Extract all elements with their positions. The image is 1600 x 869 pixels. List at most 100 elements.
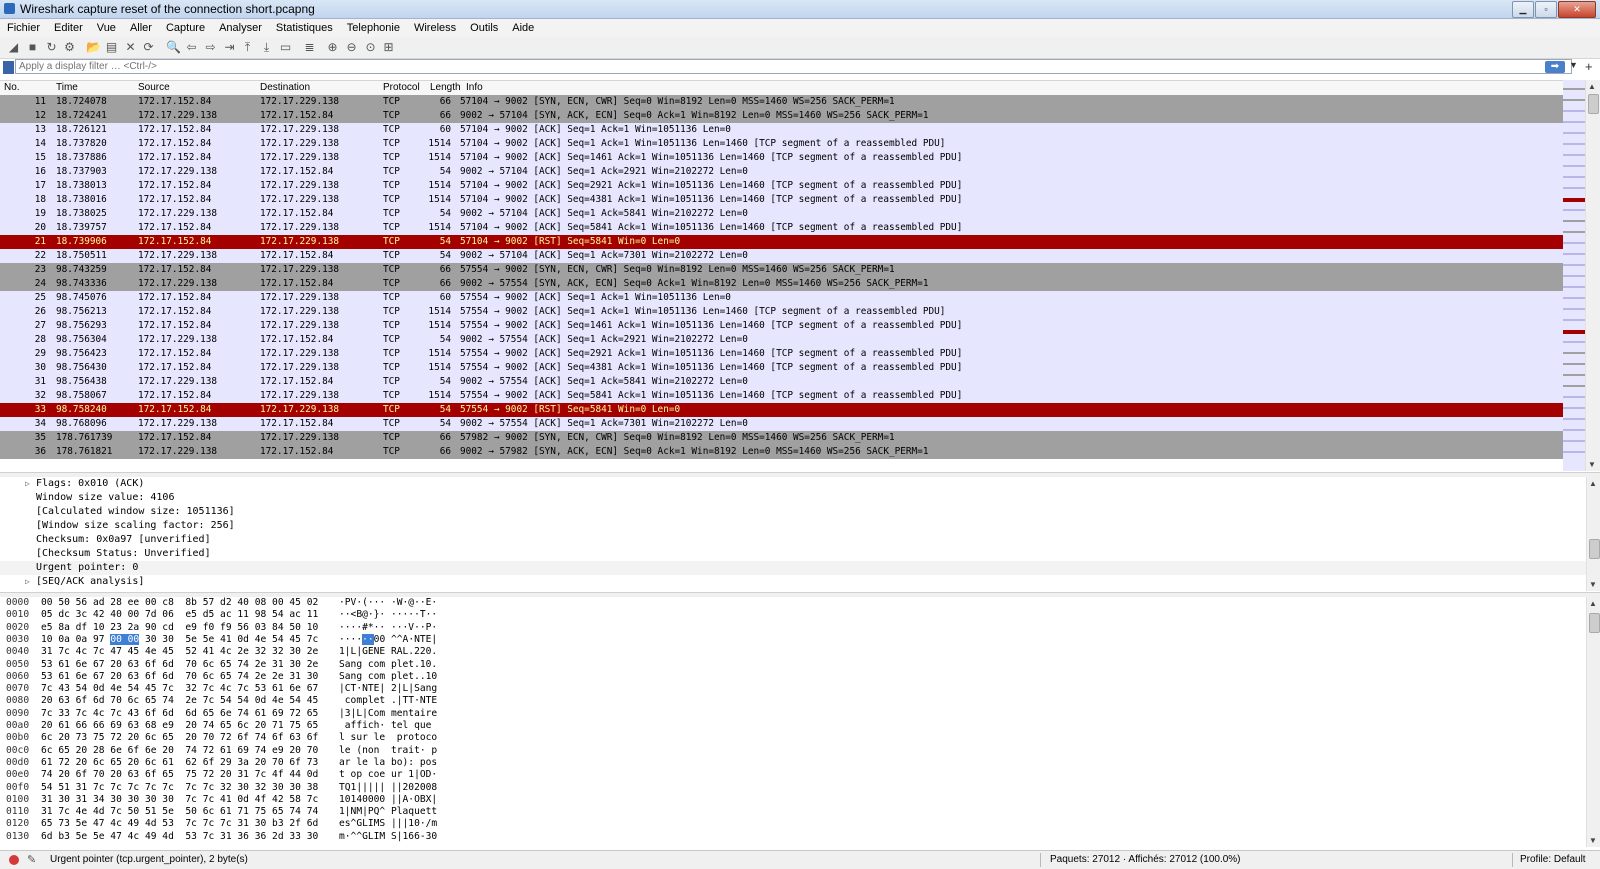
packet-row[interactable]: 13 18.726121 172.17.152.84 172.17.229.138 TC… bbox=[0, 123, 1563, 137]
packet-row[interactable]: 20 18.739757 172.17.152.84 172.17.229.138 TC… bbox=[0, 221, 1563, 235]
status-profile[interactable]: Profile: Default bbox=[1520, 854, 1586, 865]
packet-row[interactable]: 17 18.738013 172.17.152.84 172.17.229.138 TC… bbox=[0, 179, 1563, 193]
menu-telephonie[interactable]: Telephonie bbox=[340, 19, 407, 37]
column-header-protocol[interactable]: Protocol bbox=[383, 82, 420, 94]
find-icon[interactable]: 🔍 bbox=[166, 40, 181, 55]
menu-vue[interactable]: Vue bbox=[90, 19, 123, 37]
packet-row[interactable]: 12 18.724241 172.17.229.138 172.17.152.84 TC… bbox=[0, 109, 1563, 123]
packet-row[interactable]: 19 18.738025 172.17.229.138 172.17.152.84 TC… bbox=[0, 207, 1563, 221]
shark-fin-start-icon[interactable]: ◢ bbox=[6, 40, 21, 55]
zoom-out-icon[interactable]: ⊖ bbox=[344, 40, 359, 55]
packet-row[interactable]: 14 18.737820 172.17.152.84 172.17.229.138 TC… bbox=[0, 137, 1563, 151]
resize-columns-icon[interactable]: ⊞ bbox=[381, 40, 396, 55]
scroll-down-arrow-icon[interactable]: ▼ bbox=[1588, 460, 1596, 469]
apply-filter-arrow-icon[interactable]: ➡ bbox=[1545, 61, 1565, 73]
scrollbar-thumb[interactable] bbox=[1588, 94, 1599, 114]
menu-aide[interactable]: Aide bbox=[505, 19, 541, 37]
packet-row[interactable]: 22 18.750511 172.17.229.138 172.17.152.84 TC… bbox=[0, 249, 1563, 263]
options-gear-icon[interactable]: ⚙ bbox=[62, 40, 77, 55]
detail-tree-item[interactable]: [Calculated window size: 1051136] bbox=[0, 505, 1586, 519]
menu-editer[interactable]: Editer bbox=[47, 19, 90, 37]
close-file-icon[interactable]: ✕ bbox=[123, 40, 138, 55]
last-packet-icon[interactable]: ⤓ bbox=[259, 40, 274, 55]
detail-tree-item[interactable]: [Window size scaling factor: 256] bbox=[0, 519, 1586, 533]
zoom-in-icon[interactable]: ⊕ bbox=[325, 40, 340, 55]
packet-row[interactable]: 11 18.724078 172.17.152.84 172.17.229.138 TC… bbox=[0, 95, 1563, 109]
column-header-no[interactable]: No. bbox=[4, 82, 20, 94]
packet-list-minimap[interactable] bbox=[1563, 80, 1585, 471]
column-header-length[interactable]: Length bbox=[430, 82, 461, 94]
packet-row[interactable]: 16 18.737903 172.17.229.138 172.17.152.84 TC… bbox=[0, 165, 1563, 179]
column-header-time[interactable]: Time bbox=[56, 82, 78, 94]
details-scrollbar[interactable]: ▲ ▼ bbox=[1586, 477, 1600, 591]
filter-history-chevron-down-icon[interactable]: ▼ bbox=[1569, 60, 1578, 70]
column-header-source[interactable]: Source bbox=[138, 82, 170, 94]
scrollbar-thumb[interactable] bbox=[1589, 539, 1600, 559]
scrollbar-thumb[interactable] bbox=[1589, 613, 1600, 633]
detail-tree-item[interactable]: Checksum: 0x0a97 [unverified] bbox=[0, 533, 1586, 547]
packet-row[interactable]: 34 98.768096 172.17.229.138 172.17.152.84 TC… bbox=[0, 417, 1563, 431]
column-header-info[interactable]: Info bbox=[466, 82, 483, 94]
packet-row[interactable]: 30 98.756430 172.17.152.84 172.17.229.138 TC… bbox=[0, 361, 1563, 375]
packet-row[interactable]: 35 178.761739 172.17.152.84 172.17.229.138 T… bbox=[0, 431, 1563, 445]
save-icon[interactable]: ▤ bbox=[104, 40, 119, 55]
menu-analyser[interactable]: Analyser bbox=[212, 19, 269, 37]
restart-icon[interactable]: ↻ bbox=[44, 40, 59, 55]
packet-row[interactable]: 26 98.756213 172.17.152.84 172.17.229.138 TC… bbox=[0, 305, 1563, 319]
go-to-packet-icon[interactable]: ⇥ bbox=[222, 40, 237, 55]
menu-fichier[interactable]: Fichier bbox=[0, 19, 47, 37]
column-header-destination[interactable]: Destination bbox=[260, 82, 310, 94]
autoscroll-icon[interactable]: ▭ bbox=[278, 40, 293, 55]
packet-row[interactable]: 25 98.745076 172.17.152.84 172.17.229.138 TC… bbox=[0, 291, 1563, 305]
scroll-down-arrow-icon[interactable]: ▼ bbox=[1589, 580, 1597, 589]
menu-aller[interactable]: Aller bbox=[123, 19, 159, 37]
menu-outils[interactable]: Outils bbox=[463, 19, 505, 37]
display-filter-input[interactable] bbox=[15, 59, 1572, 74]
packet-row[interactable]: 33 98.758240 172.17.152.84 172.17.229.138 TC… bbox=[0, 403, 1563, 417]
cell-length: 54 bbox=[439, 166, 451, 177]
packet-row[interactable]: 28 98.756304 172.17.229.138 172.17.152.84 TC… bbox=[0, 333, 1563, 347]
maximize-button[interactable]: ▫ bbox=[1535, 1, 1557, 18]
capture-comment-pencil-icon[interactable]: ✎ bbox=[27, 853, 36, 866]
filter-bookmark-icon[interactable] bbox=[3, 61, 14, 74]
expert-info-error-icon[interactable] bbox=[9, 855, 19, 865]
scroll-up-arrow-icon[interactable]: ▲ bbox=[1588, 82, 1596, 91]
packet-row[interactable]: 31 98.756438 172.17.229.138 172.17.152.84 TC… bbox=[0, 375, 1563, 389]
scroll-up-arrow-icon[interactable]: ▲ bbox=[1589, 599, 1597, 608]
first-packet-icon[interactable]: ⤒ bbox=[240, 40, 255, 55]
bytes-scrollbar[interactable]: ▲ ▼ bbox=[1586, 597, 1600, 847]
packet-row[interactable]: 32 98.758067 172.17.152.84 172.17.229.138 TC… bbox=[0, 389, 1563, 403]
packet-row[interactable]: 36 178.761821 172.17.229.138 172.17.152.84 T… bbox=[0, 445, 1563, 459]
menu-wireless[interactable]: Wireless bbox=[407, 19, 463, 37]
close-button[interactable]: ✕ bbox=[1558, 1, 1596, 18]
menu-capture[interactable]: Capture bbox=[159, 19, 212, 37]
minimize-button[interactable]: ▁ bbox=[1512, 1, 1534, 18]
packet-list-scrollbar[interactable]: ▲ ▼ bbox=[1585, 80, 1600, 471]
detail-tree-item[interactable]: Window size value: 4106 bbox=[0, 491, 1586, 505]
packet-row[interactable]: 27 98.756293 172.17.152.84 172.17.229.138 TC… bbox=[0, 319, 1563, 333]
cell-destination: 172.17.152.84 bbox=[260, 110, 334, 121]
forward-arrow-icon[interactable]: ⇨ bbox=[203, 40, 218, 55]
expand-triangle-icon[interactable]: ▷ bbox=[25, 575, 30, 589]
detail-tree-item[interactable]: ▷ [SEQ/ACK analysis] bbox=[0, 575, 1586, 589]
packet-row[interactable]: 21 18.739906 172.17.152.84 172.17.229.138 TC… bbox=[0, 235, 1563, 249]
open-folder-icon[interactable]: 📂 bbox=[86, 40, 101, 55]
stop-icon[interactable]: ■ bbox=[25, 40, 40, 55]
packet-row[interactable]: 15 18.737886 172.17.152.84 172.17.229.138 TC… bbox=[0, 151, 1563, 165]
expand-triangle-icon[interactable]: ▷ bbox=[25, 477, 30, 491]
detail-tree-item[interactable]: Urgent pointer: 0 bbox=[0, 561, 1586, 575]
zoom-normal-icon[interactable]: ⊙ bbox=[363, 40, 378, 55]
detail-tree-item[interactable]: [Checksum Status: Unverified] bbox=[0, 547, 1586, 561]
back-arrow-icon[interactable]: ⇦ bbox=[184, 40, 199, 55]
packet-row[interactable]: 18 18.738016 172.17.152.84 172.17.229.138 TC… bbox=[0, 193, 1563, 207]
scroll-up-arrow-icon[interactable]: ▲ bbox=[1589, 479, 1597, 488]
reload-icon[interactable]: ⟳ bbox=[141, 40, 156, 55]
colorize-icon[interactable]: ≣ bbox=[302, 40, 317, 55]
detail-tree-item[interactable]: ▷ Flags: 0x010 (ACK) bbox=[0, 477, 1586, 491]
packet-row[interactable]: 24 98.743336 172.17.229.138 172.17.152.84 TC… bbox=[0, 277, 1563, 291]
menu-statistiques[interactable]: Statistiques bbox=[269, 19, 340, 37]
scroll-down-arrow-icon[interactable]: ▼ bbox=[1589, 836, 1597, 845]
packet-row[interactable]: 29 98.756423 172.17.152.84 172.17.229.138 TC… bbox=[0, 347, 1563, 361]
add-filter-button-plus-icon[interactable]: + bbox=[1585, 59, 1593, 74]
packet-row[interactable]: 23 98.743259 172.17.152.84 172.17.229.138 TC… bbox=[0, 263, 1563, 277]
